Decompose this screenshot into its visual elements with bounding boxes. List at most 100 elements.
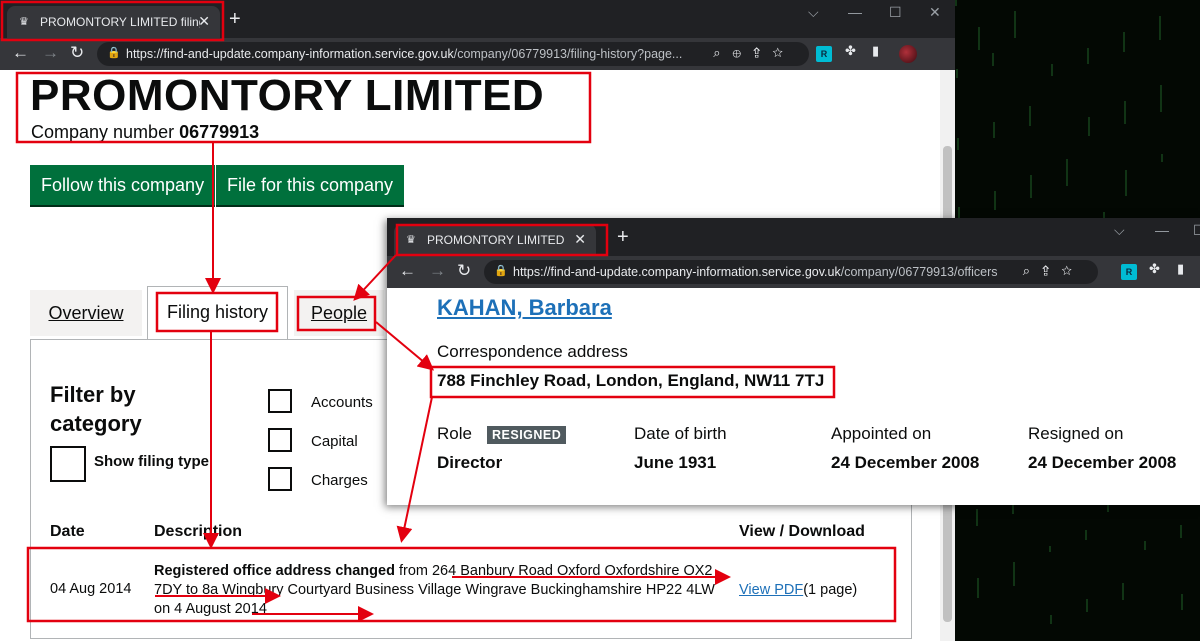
chevron-down-icon[interactable]: ⌵	[808, 4, 819, 21]
matrix-streak	[1124, 101, 1126, 124]
matrix-streak	[1181, 594, 1183, 610]
matrix-streak	[1159, 16, 1161, 40]
new-tab-button[interactable]: +	[617, 227, 629, 247]
matrix-streak	[1122, 583, 1124, 600]
puzzle-icon[interactable]: ✤	[845, 43, 856, 59]
matrix-streak	[955, 0, 957, 6]
avatar[interactable]	[899, 45, 917, 63]
crown-icon: ♛	[406, 234, 416, 246]
new-tab-button[interactable]: +	[229, 9, 241, 29]
browser-tab-filing-history[interactable]: ♛ PROMONTORY LIMITED filing his ✕	[7, 6, 220, 38]
matrix-streak	[1144, 541, 1146, 550]
tab-people[interactable]: People	[294, 290, 384, 336]
matrix-streak	[1085, 530, 1087, 540]
accounts-checkbox[interactable]	[268, 389, 292, 413]
sidebar-icon[interactable]: ▮	[1177, 261, 1184, 277]
matrix-streak	[1029, 106, 1031, 126]
show-filing-type-label: Show filing type	[94, 453, 209, 470]
filter-heading: Filter by category	[50, 382, 142, 436]
dob-label: Date of birth	[634, 424, 727, 443]
matrix-streak	[956, 69, 958, 78]
show-filing-type-checkbox[interactable]	[50, 446, 86, 482]
file-for-company-button[interactable]: File for this company	[216, 165, 405, 205]
address-bar[interactable]: 🔒 https://find-and-update.company-inform…	[484, 260, 1098, 284]
follow-company-button[interactable]: Follow this company	[30, 165, 216, 205]
matrix-streak	[976, 509, 978, 526]
matrix-streak	[1123, 32, 1125, 52]
column-header-date: Date	[50, 523, 85, 540]
omnibox-action-icons[interactable]: ⌕⊕⇪☆	[713, 45, 795, 61]
matrix-streak	[1051, 64, 1053, 76]
dob-value: June 1931	[634, 453, 717, 472]
page-title: PROMONTORY LIMITED	[30, 71, 545, 120]
resigned-label: Resigned on	[1028, 424, 1124, 443]
matrix-streak	[993, 122, 995, 138]
tab-filing-history[interactable]: Filing history	[147, 286, 288, 339]
reload-button[interactable]: ↻	[457, 261, 471, 281]
tab-title: PROMONTORY LIMITED people -	[427, 233, 567, 247]
matrix-streak	[1014, 11, 1016, 38]
omnibox-action-icons[interactable]: ⌕⇪☆	[1023, 263, 1084, 279]
role-value: Director	[437, 453, 503, 472]
column-header-view: View / Download	[739, 523, 865, 540]
matrix-streak	[1050, 615, 1052, 624]
matrix-streak	[992, 53, 994, 66]
matrix-streak	[1086, 599, 1088, 612]
tab-strip: ♛ PROMONTORY LIMITED filing his ✕ + ⌵ — …	[0, 0, 955, 38]
maximize-button[interactable]: ☐	[1193, 222, 1200, 239]
matrix-streak	[1030, 175, 1032, 198]
minimize-button[interactable]: —	[1155, 222, 1169, 238]
correspondence-label: Correspondence address	[437, 342, 628, 361]
tab-overview[interactable]: Overview	[30, 290, 142, 336]
maximize-button[interactable]: ☐	[889, 4, 902, 21]
capital-label: Capital	[311, 433, 358, 450]
forward-button[interactable]: →	[42, 43, 59, 63]
filing-download: View PDF(1 page)	[739, 582, 858, 598]
accounts-label: Accounts	[311, 394, 373, 411]
address-bar[interactable]: 🔒 https://find-and-update.company-inform…	[97, 42, 809, 66]
matrix-streak	[977, 578, 979, 598]
tab-title: PROMONTORY LIMITED filing his	[40, 15, 200, 29]
close-icon[interactable]: ✕	[574, 231, 586, 248]
close-window-button[interactable]: ✕	[929, 4, 941, 21]
url-text: https://find-and-update.company-informat…	[513, 265, 998, 279]
matrix-streak	[1087, 48, 1089, 64]
matrix-streak	[1125, 170, 1127, 196]
forward-button[interactable]: →	[429, 261, 446, 281]
matrix-streak	[1088, 117, 1090, 136]
status-badge: RESIGNED	[487, 426, 567, 444]
browser-toolbar-2: ← → ↻ 🔒 https://find-and-update.company-…	[387, 256, 1200, 288]
close-icon[interactable]: ✕	[198, 13, 210, 30]
matrix-streak	[994, 191, 996, 210]
browser-toolbar: ← → ↻ 🔒 https://find-and-update.company-…	[0, 38, 955, 70]
table-divider	[50, 547, 890, 548]
matrix-streak	[957, 138, 959, 150]
filing-date: 04 Aug 2014	[50, 581, 132, 597]
matrix-streak	[1180, 525, 1182, 538]
matrix-streak	[1160, 85, 1162, 112]
matrix-streak	[1049, 546, 1051, 552]
browser-tab-people[interactable]: ♛ PROMONTORY LIMITED people - ✕	[394, 224, 596, 256]
reload-button[interactable]: ↻	[70, 43, 84, 63]
correspondence-address: 788 Finchley Road, London, England, NW11…	[437, 371, 825, 390]
extension-icon[interactable]: R	[816, 46, 832, 62]
charges-checkbox[interactable]	[268, 467, 292, 491]
officer-name-link[interactable]: KAHAN, Barbara	[437, 295, 612, 321]
column-header-description: Description	[154, 523, 243, 540]
back-button[interactable]: ←	[12, 43, 29, 63]
role-label: Role	[437, 424, 472, 443]
view-pdf-link[interactable]: View PDF	[739, 582, 803, 598]
appointed-value: 24 December 2008	[831, 453, 980, 472]
crown-icon: ♛	[19, 16, 29, 28]
lock-icon: 🔒	[494, 265, 508, 277]
sidebar-icon[interactable]: ▮	[872, 43, 879, 59]
capital-checkbox[interactable]	[268, 428, 292, 452]
puzzle-icon[interactable]: ✤	[1149, 261, 1160, 277]
extension-icon[interactable]: R	[1121, 264, 1137, 280]
minimize-button[interactable]: —	[848, 4, 862, 20]
chevron-down-icon[interactable]: ⌵	[1114, 222, 1125, 239]
matrix-streak	[978, 27, 980, 50]
filing-description: Registered office address changed from 2…	[154, 563, 715, 617]
tab-strip-2: ♛ PROMONTORY LIMITED people - ✕ + ⌵ — ☐	[387, 218, 1200, 256]
back-button[interactable]: ←	[399, 261, 416, 281]
